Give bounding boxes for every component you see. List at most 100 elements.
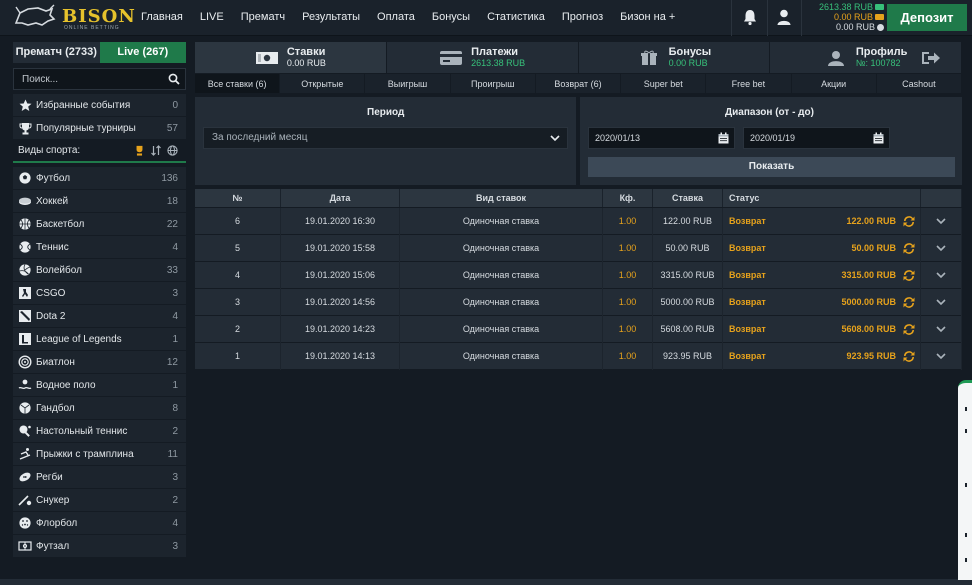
tab-profile[interactable]: Профиль №: 100782: [770, 42, 962, 73]
table-row[interactable]: 3 19.01.2020 14:56 Одиночная ставка 1.00 500…: [195, 288, 962, 316]
chevron-down-icon[interactable]: [936, 324, 946, 334]
calendar-icon[interactable]: [718, 132, 729, 144]
table-row[interactable]: 5 19.01.2020 15:58 Одиночная ставка 1.00 50.…: [195, 234, 962, 262]
show-button[interactable]: Показать: [588, 157, 955, 177]
sidebar-item-count: 22: [166, 218, 178, 230]
nav-bonuses[interactable]: Бонусы: [432, 11, 470, 23]
header-divider: [767, 0, 768, 36]
balance-other: 0.00 RUB: [835, 22, 875, 32]
snooker-icon: [18, 493, 32, 507]
sidebar-sport-item[interactable]: Хоккей 18: [13, 190, 186, 213]
chevron-down-icon[interactable]: [936, 243, 946, 253]
chevron-down-icon[interactable]: [936, 270, 946, 280]
subtab-cashout[interactable]: Cashout: [877, 74, 962, 93]
ski-jump-icon: [18, 447, 32, 461]
subtab-freebet[interactable]: Free bet: [706, 74, 792, 93]
cell-stake: 5000.00 RUB: [653, 288, 723, 316]
tab-payments[interactable]: Платежи 2613.38 RUB: [386, 42, 579, 73]
sidebar-sport-item[interactable]: CSGO 3: [13, 282, 186, 305]
table-row[interactable]: 1 19.01.2020 14:13 Одиночная ставка 1.00 923…: [195, 342, 962, 370]
sidebar-sport-item[interactable]: Биатлон 12: [13, 351, 186, 374]
logout-icon[interactable]: [921, 50, 941, 66]
sidebar-sport-item[interactable]: Водное поло 1: [13, 374, 186, 397]
search-icon[interactable]: [168, 73, 180, 85]
cell-status: Возврат 5608.00 RUB: [723, 315, 921, 343]
sort-icon[interactable]: [151, 145, 161, 156]
subtab-refund[interactable]: Возврат (6): [536, 74, 622, 93]
refund-icon: [903, 296, 915, 308]
sidebar-sport-item[interactable]: League of Legends 1: [13, 328, 186, 351]
col-coef: Кф.: [603, 189, 653, 207]
sidebar-sport-item[interactable]: Снукер 2: [13, 489, 186, 512]
col-stake: Ставка: [653, 189, 723, 207]
sidebar-item-label: Популярные турниры: [36, 122, 136, 134]
nav-prematch[interactable]: Прематч: [241, 11, 285, 23]
cell-date: 19.01.2020 14:23: [281, 315, 400, 343]
sidebar-item-label: Избранные события: [36, 99, 131, 111]
trophy-filter-icon[interactable]: [134, 145, 145, 156]
tab-prematch[interactable]: Прематч (2733): [13, 42, 100, 63]
chevron-down-icon[interactable]: [936, 351, 946, 361]
cell-coef: 1.00: [603, 342, 653, 370]
sidebar-sport-item[interactable]: Регби 3: [13, 466, 186, 489]
globe-icon[interactable]: [167, 145, 178, 156]
date-from-input[interactable]: 2020/01/13: [588, 127, 735, 149]
nav-bison-plus[interactable]: Бизон на +: [620, 11, 675, 23]
subtab-promo[interactable]: Акции: [792, 74, 877, 93]
sidebar-sport-item[interactable]: Настольный теннис 2: [13, 420, 186, 443]
cell-status: Возврат 122.00 RUB: [723, 207, 921, 235]
sidebar-sport-item[interactable]: Теннис 4: [13, 236, 186, 259]
cell-coef: 1.00: [603, 234, 653, 262]
search-input[interactable]: [14, 69, 164, 89]
sidebar-sport-item[interactable]: Футбол 136: [13, 167, 186, 190]
sidebar-item-label: Снукер: [36, 494, 70, 506]
sidebar-sport-item[interactable]: Футзал 3: [13, 535, 186, 558]
subtab-lost[interactable]: Проигрыш: [451, 74, 536, 93]
table-row[interactable]: 6 19.01.2020 16:30 Одиночная ставка 1.00 122…: [195, 207, 962, 235]
sidebar-sport-item[interactable]: Гандбол 8: [13, 397, 186, 420]
sidebar-item-favorites[interactable]: Избранные события 0: [13, 94, 186, 117]
tab-bets[interactable]: Ставки 0.00 RUB: [195, 42, 387, 73]
chevron-down-icon[interactable]: [936, 216, 946, 226]
sidebar-sport-item[interactable]: Прыжки с трамплина 11: [13, 443, 186, 466]
logo[interactable]: BISON ONLINE BETTING: [12, 3, 135, 33]
deposit-button[interactable]: Депозит: [887, 4, 967, 31]
balance-bonus: 0.00 RUB: [833, 12, 873, 22]
period-select[interactable]: За последний месяц: [203, 127, 568, 149]
subtab-superbet[interactable]: Super bet: [621, 74, 707, 93]
chat-widget-tab[interactable]: [958, 380, 972, 580]
nav-results[interactable]: Результаты: [302, 11, 360, 23]
subtab-won[interactable]: Выигрыш: [365, 74, 451, 93]
sidebar-item-popular[interactable]: Популярные турниры 57: [13, 117, 186, 140]
user-icon[interactable]: [776, 8, 792, 26]
sidebar-sport-item[interactable]: Волейбол 33: [13, 259, 186, 282]
tab-bonuses[interactable]: Бонусы 0.00 RUB: [578, 42, 771, 73]
calendar-icon[interactable]: [873, 132, 884, 144]
date-to-input[interactable]: 2020/01/19: [743, 127, 890, 149]
balance-panel[interactable]: 2613.38 RUB 0.00 RUB 0.00 RUB: [806, 2, 884, 32]
cell-status: Возврат 50.00 RUB: [723, 234, 921, 262]
sidebar-sport-item[interactable]: Флорбол 4: [13, 512, 186, 535]
sports-title: Виды спорта:: [18, 145, 81, 156]
chevron-down-icon[interactable]: [936, 297, 946, 307]
nav-home[interactable]: Главная: [141, 11, 183, 23]
period-filter: Период За последний месяц: [195, 97, 576, 185]
tab-live[interactable]: Live (267): [99, 42, 186, 63]
nav-forecast[interactable]: Прогноз: [562, 11, 603, 23]
sidebar: Прематч (2733) Live (267) Избранные собы…: [13, 42, 186, 558]
col-expand: [921, 189, 962, 207]
col-date: Дата: [281, 189, 400, 207]
csgo-icon: [18, 286, 32, 300]
subtab-open[interactable]: Открытые: [280, 74, 366, 93]
logo-subtitle: ONLINE BETTING: [64, 25, 120, 31]
nav-statistics[interactable]: Статистика: [487, 11, 545, 23]
nav-payment[interactable]: Оплата: [377, 11, 415, 23]
sidebar-sport-item[interactable]: Баскетбол 22: [13, 213, 186, 236]
nav-live[interactable]: LIVE: [200, 11, 224, 23]
cell-number: 1: [195, 342, 281, 370]
sidebar-sport-item[interactable]: Dota 2 4: [13, 305, 186, 328]
table-row[interactable]: 2 19.01.2020 14:23 Одиночная ставка 1.00 560…: [195, 315, 962, 343]
bell-icon[interactable]: [742, 8, 758, 26]
table-row[interactable]: 4 19.01.2020 15:06 Одиночная ставка 1.00 331…: [195, 261, 962, 289]
subtab-all[interactable]: Все ставки (6): [195, 74, 281, 93]
